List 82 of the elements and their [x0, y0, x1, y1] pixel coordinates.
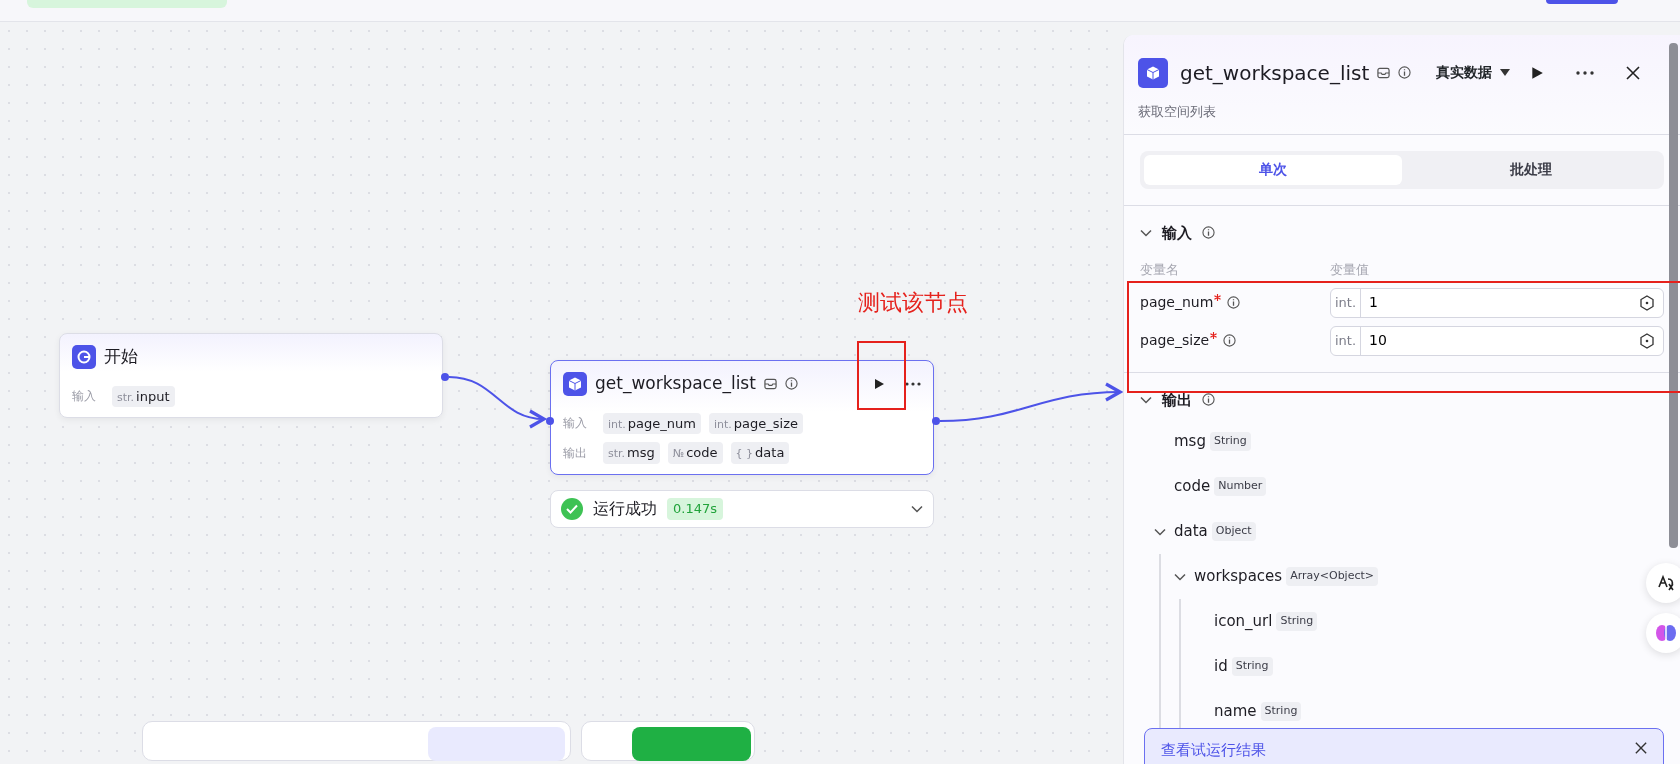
close-icon[interactable] — [1626, 65, 1640, 80]
cube-icon — [1138, 57, 1168, 88]
field-name: id — [1214, 656, 1228, 678]
column-header: 变量值 — [1330, 261, 1369, 279]
param-tag: int.page_num — [603, 412, 701, 434]
field-name: data — [1174, 521, 1208, 543]
node-title: 开始 — [104, 345, 138, 368]
row-label: 输出 — [563, 444, 588, 462]
chevron-icon[interactable] — [1174, 572, 1186, 581]
success-icon — [561, 498, 583, 520]
param-name: page_num — [1140, 293, 1214, 312]
info-icon[interactable] — [1223, 334, 1237, 347]
param-tag: str.input — [112, 385, 175, 407]
param-tag: { }data — [730, 442, 790, 464]
type-tag: Number — [1214, 477, 1267, 496]
type-tag: Array<Object> — [1286, 567, 1378, 586]
value-field[interactable]: int. 1 — [1330, 287, 1664, 318]
chevron-icon[interactable] — [1154, 527, 1166, 536]
row-label: 输入 — [563, 415, 588, 433]
section-title: 输入 — [1162, 222, 1192, 244]
storage-icon[interactable] — [1377, 66, 1391, 79]
value-field[interactable]: int. 10 — [1330, 325, 1664, 356]
node-title: get_workspace_list — [595, 372, 756, 396]
field-name: icon_url — [1214, 611, 1273, 633]
row-label: 输入 — [72, 388, 97, 406]
variable-icon[interactable] — [1639, 294, 1655, 311]
param-tag: int.page_size — [708, 412, 803, 434]
field-name: workspaces — [1194, 566, 1283, 588]
type-tag: String — [1260, 702, 1302, 721]
close-icon[interactable] — [1635, 742, 1647, 754]
type-tag: String — [1209, 432, 1251, 451]
port-dot[interactable] — [441, 373, 449, 381]
highlight-frame — [857, 341, 906, 410]
start-icon — [72, 344, 96, 369]
info-icon[interactable] — [1398, 66, 1412, 79]
type-tag: String — [1231, 657, 1273, 676]
storage-icon[interactable] — [763, 377, 777, 390]
tab[interactable]: 单次 — [1144, 154, 1402, 185]
play-icon[interactable] — [1530, 65, 1544, 80]
banner-text[interactable]: 查看试运行结果 — [1161, 739, 1266, 762]
result-banner[interactable]: 查看试运行结果 — [1144, 728, 1664, 764]
param-tag: str.msg — [603, 442, 660, 464]
variable-icon[interactable] — [1639, 332, 1655, 349]
caret-icon — [1500, 68, 1511, 77]
add-node-button[interactable] — [428, 727, 565, 761]
scrollbar[interactable] — [1669, 43, 1678, 548]
tab[interactable]: 批处理 — [1402, 154, 1660, 185]
info-icon[interactable] — [1227, 296, 1241, 309]
chevron-icon[interactable] — [1140, 228, 1152, 237]
run-status-bar[interactable]: 运行成功 0.147s — [550, 490, 934, 528]
field-name: code — [1174, 476, 1211, 498]
panel-title: get_workspace_list — [1180, 59, 1370, 87]
cube-icon — [563, 371, 587, 396]
port-dot[interactable] — [932, 417, 940, 425]
value-input[interactable]: 10 — [1361, 330, 1639, 351]
type-tag: String — [1276, 612, 1318, 631]
info-icon[interactable] — [1202, 393, 1215, 407]
field-name: name — [1214, 701, 1257, 723]
annotation-text: 测试该节点 — [858, 289, 968, 317]
type-prefix: int. — [1331, 326, 1362, 355]
param-tag: №code — [667, 442, 723, 464]
node-description: 获取空间列表 — [1138, 103, 1217, 121]
section-title: 输出 — [1162, 389, 1192, 411]
port-dot[interactable] — [546, 417, 554, 425]
column-header: 变量名 — [1140, 261, 1180, 279]
play-icon[interactable] — [873, 377, 885, 390]
param-name: page_size — [1140, 331, 1210, 350]
field-name: msg — [1174, 431, 1206, 453]
more-icon[interactable] — [905, 381, 921, 386]
mode-dropdown[interactable]: 真实数据 — [1427, 57, 1520, 88]
info-icon[interactable] — [784, 377, 798, 391]
workflow-node[interactable]: 开始 输入 str.input — [59, 333, 443, 418]
workflow-node[interactable]: get_workspace_list 输入 int.page_num int.page_size 输出 str.msg №code { }data — [550, 360, 934, 475]
chevron-icon[interactable] — [1140, 395, 1152, 404]
chevron-icon[interactable] — [911, 505, 923, 513]
duration-tag: 0.147s — [667, 498, 723, 520]
more-icon[interactable] — [1576, 70, 1594, 75]
value-input[interactable]: 1 — [1361, 292, 1639, 313]
type-tag: Object — [1211, 522, 1256, 541]
type-prefix: int. — [1331, 288, 1362, 317]
status-text: 运行成功 — [593, 498, 657, 520]
info-icon[interactable] — [1202, 226, 1215, 240]
